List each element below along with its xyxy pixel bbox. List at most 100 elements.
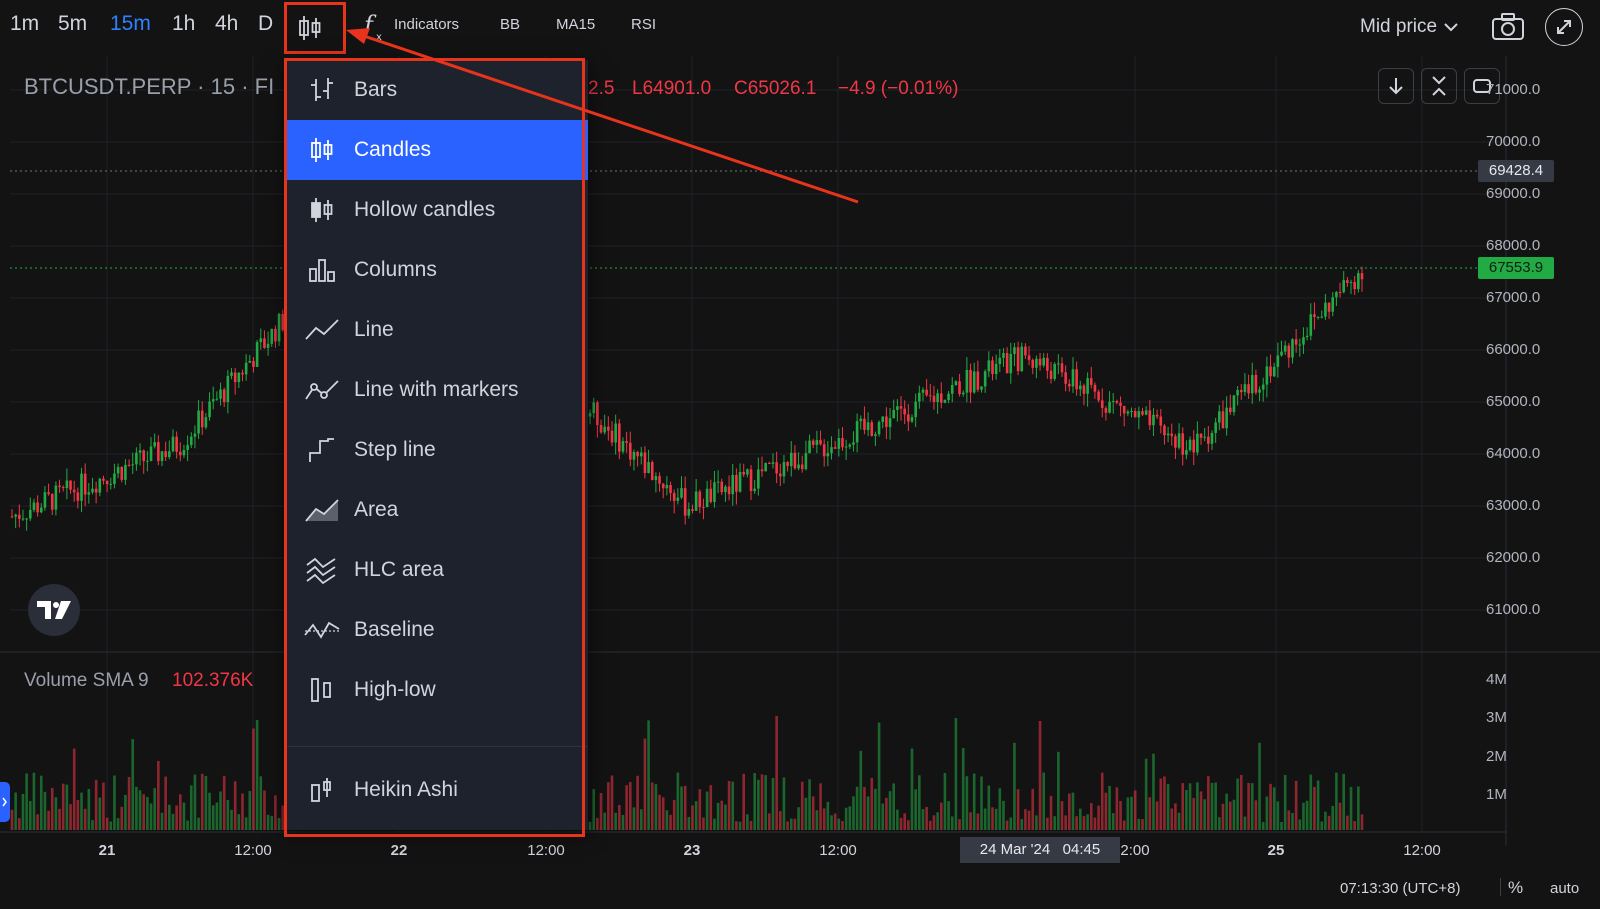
volume-bar [14,792,17,830]
price-chart[interactable] [0,56,1600,846]
candle-body [270,328,274,344]
volume-bar [248,791,252,830]
volume-bar [800,781,804,830]
time-axis-label: 12:00 [234,842,272,859]
volume-bar [932,815,936,830]
timeframe-1h[interactable]: 1h [172,12,195,36]
volume-bar [672,799,676,830]
candle-body [1313,314,1316,318]
fullscreen-button[interactable] [1545,8,1583,46]
volume-bar [680,786,683,830]
candle-body [950,384,954,394]
volume-bar [1316,780,1320,830]
timeframe-1m[interactable]: 1m [10,12,39,36]
candle-body [896,406,899,410]
volume-bar [164,776,167,830]
volume-bar [91,820,94,830]
price-source-dropdown[interactable]: Mid price [1360,16,1459,38]
price-axis-label: 70000.0 [1486,133,1541,150]
study-ma15[interactable]: MA15 [556,16,595,33]
volume-bar [1089,803,1093,830]
volume-bar [775,716,778,830]
volume-bar [716,802,720,830]
candle-body [241,372,244,375]
svg-text:f: f [362,11,377,39]
volume-bar [1163,776,1166,830]
fit-chart-button[interactable] [1421,68,1457,104]
auto-scale-toggle[interactable]: auto [1550,880,1579,897]
volume-bar [881,803,885,830]
volume-bar [244,817,248,830]
candle-body [168,451,171,458]
percent-toggle[interactable]: % [1508,878,1523,898]
candle-body [1104,408,1108,413]
candle-body [1089,378,1093,385]
volume-bar [1196,782,1199,830]
volume-bar [863,786,866,830]
volume-bar [1280,821,1283,830]
timeframe-5m[interactable]: 5m [58,12,87,36]
candle-body [1075,369,1078,390]
indicators-button[interactable]: f x [362,10,388,47]
symbol-title[interactable]: BTCUSDT.PERP · 15 · FI [24,74,274,100]
volume-bar [1254,800,1258,830]
annotation-box-chart-type [284,2,346,54]
candle-body [947,393,950,400]
candle-body [954,381,958,385]
sidebar-toggle[interactable] [0,782,10,822]
arrow-down-icon [1389,78,1403,95]
candle-body [28,509,32,519]
candle-body [1141,411,1144,415]
candle-body [1236,389,1239,396]
timeframe-15m[interactable]: 15m [110,12,151,36]
candle-body [171,436,175,452]
tradingview-icon [37,601,71,619]
volume-bar [1360,814,1364,830]
candle-body [1174,436,1177,448]
timeframe-4h[interactable]: 4h [215,12,238,36]
volume-bar [1185,789,1188,830]
candle-body [863,418,866,431]
timeframe-d[interactable]: D [258,12,273,36]
volume-bar [639,809,643,830]
volume-bar [811,796,815,830]
volume-bar [1313,787,1316,830]
candle-body [746,469,749,475]
candle-body [1133,411,1137,418]
volume-bar [833,813,837,830]
study-rsi[interactable]: RSI [631,16,656,33]
candle-body [643,452,647,474]
candle-body [211,399,215,402]
volume-bar [1327,815,1331,830]
volume-bar [36,814,39,830]
study-bb[interactable]: BB [500,16,520,33]
candle-body [131,464,135,466]
volume-bar [204,775,208,830]
indicators-label[interactable]: Indicators [394,16,459,33]
candle-body [1192,439,1196,453]
volume-bar [1309,774,1313,830]
annotation-box-menu [284,58,585,837]
clock[interactable]: 07:13:30 (UTC+8) [1340,880,1460,897]
volume-label[interactable]: Volume SMA 9 [24,670,149,692]
volume-bar [1272,787,1276,830]
volume-bar [1078,808,1082,830]
candle-body [1269,366,1272,377]
candle-body [932,395,936,403]
volume-bar [1009,817,1013,830]
volume-bar [643,738,647,830]
candle-body [1188,439,1192,451]
screenshot-button[interactable] [1490,10,1526,49]
volume-bar [753,773,756,830]
scroll-to-latest-button[interactable] [1378,68,1414,104]
volume-bar [1232,799,1236,830]
volume-bar [237,814,241,830]
volume-bar [1225,793,1228,830]
volume-bar [255,719,259,830]
volume-bar [160,812,164,830]
candle-body [727,486,731,495]
tradingview-logo[interactable] [28,584,80,636]
volume-bar [866,796,870,830]
volume-bar [1170,808,1174,830]
candle-body [1038,358,1042,366]
